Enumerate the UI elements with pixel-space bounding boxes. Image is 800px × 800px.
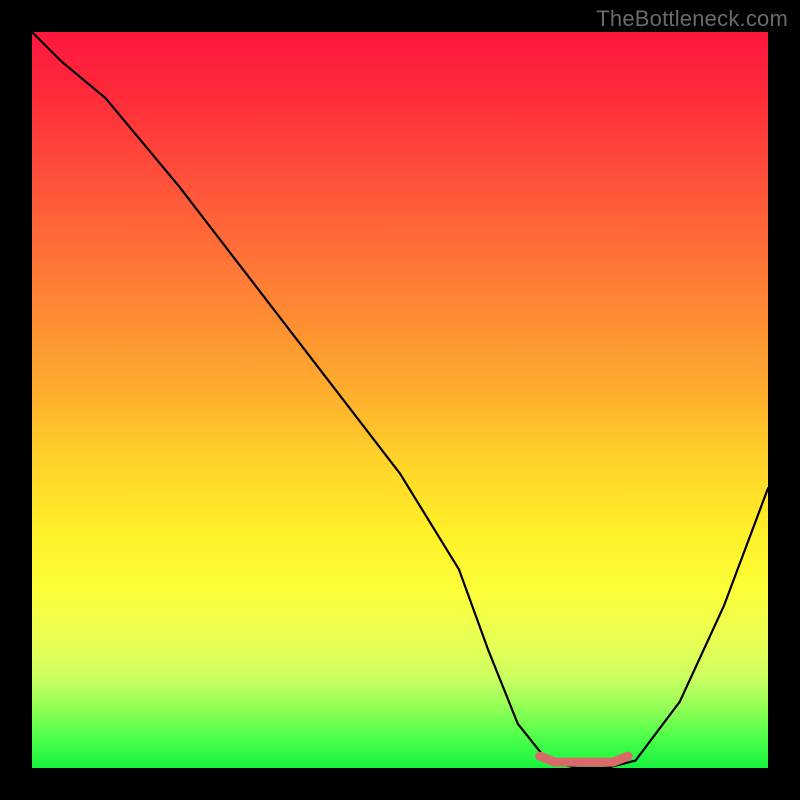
curve-path bbox=[32, 32, 768, 768]
flat-bottom-segment bbox=[540, 756, 628, 762]
watermark-text: TheBottleneck.com bbox=[596, 6, 788, 32]
bottleneck-curve bbox=[32, 32, 768, 768]
chart-plot-area bbox=[32, 32, 768, 768]
chart-frame: TheBottleneck.com bbox=[0, 0, 800, 800]
